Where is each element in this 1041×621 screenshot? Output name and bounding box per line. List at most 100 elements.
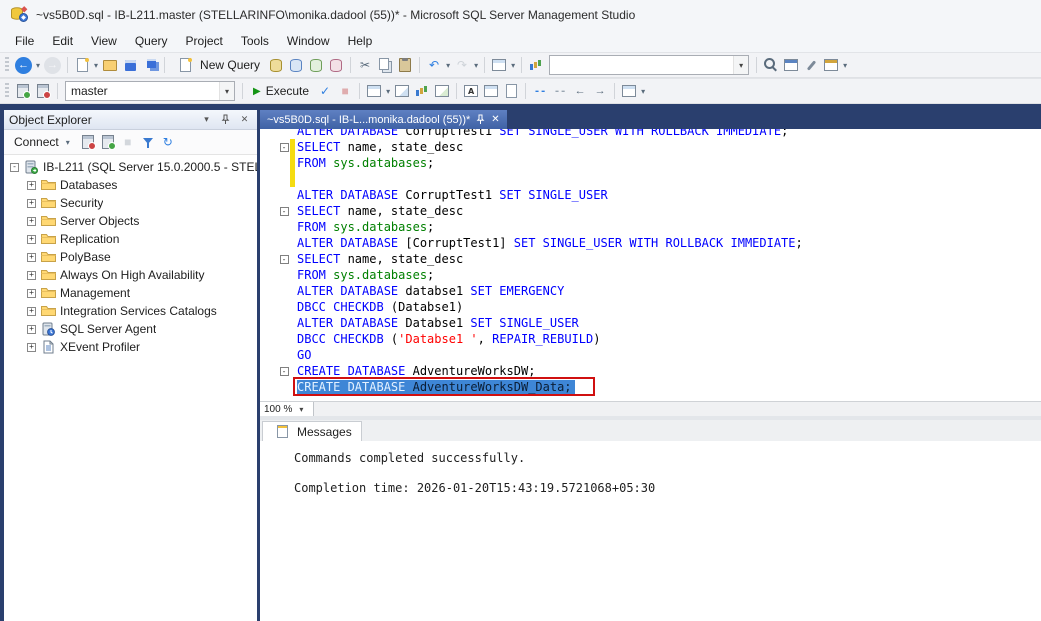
actual-plan-icon[interactable]	[433, 82, 451, 100]
copy-icon[interactable]	[376, 56, 394, 74]
toolbar-overflow-caret[interactable]: ▾	[843, 61, 847, 70]
code-line[interactable]: -CREATE DATABASE AdventureWorksDW;	[260, 363, 1041, 379]
expand-expander-icon[interactable]: +	[27, 325, 36, 334]
window-position-caret-icon[interactable]: ▾	[199, 114, 214, 125]
activity-monitor-icon[interactable]	[527, 56, 545, 74]
navigate-forward-button[interactable]: →	[44, 57, 61, 74]
code-line[interactable]: DBCC CHECKDB (Databse1)	[260, 299, 1041, 315]
code-line[interactable]: GO	[260, 347, 1041, 363]
redo-caret[interactable]: ▾	[474, 61, 478, 70]
database-combobox[interactable]: master▾	[65, 81, 235, 101]
document-tab[interactable]: ~vs5B0D.sql - IB-L...monika.dadool (55))…	[260, 110, 507, 129]
output-window-icon[interactable]	[822, 56, 840, 74]
code-line[interactable]: FROM sys.databases;	[260, 267, 1041, 283]
pin-icon[interactable]	[218, 114, 233, 125]
sql-toolbar-overflow-caret[interactable]: ▾	[641, 87, 645, 96]
analysis-services-xmla-query-icon[interactable]	[327, 56, 345, 74]
code-line[interactable]: ALTER DATABASE CorruptTest1 SET SINGLE_U…	[260, 129, 1041, 139]
code-line[interactable]: CREATE DATABASE AdventureWorksDW_Data;	[260, 379, 1041, 395]
navigate-back-caret[interactable]: ▾	[36, 61, 40, 70]
results-to-file-icon[interactable]	[502, 82, 520, 100]
horizontal-scrollbar[interactable]	[314, 402, 1041, 416]
new-query-button[interactable]: New Query	[169, 54, 266, 76]
expand-expander-icon[interactable]: +	[27, 253, 36, 262]
connect-database-icon[interactable]	[14, 82, 32, 100]
menu-help[interactable]: Help	[339, 32, 382, 50]
tree-item-always-on-high-availability[interactable]: +Always On High Availability	[4, 266, 257, 284]
menu-file[interactable]: File	[6, 32, 43, 50]
connect-button-caret-icon[interactable]: ▾	[66, 138, 70, 147]
tree-item-ib-l211-sql-server-15-0-2000-5-stell[interactable]: -IB-L211 (SQL Server 15.0.2000.5 - STELL	[4, 158, 257, 176]
uncomment-icon[interactable]	[551, 82, 569, 100]
expand-expander-icon[interactable]: +	[27, 289, 36, 298]
undo-caret[interactable]: ▾	[446, 61, 450, 70]
collapse-expander-icon[interactable]: -	[10, 163, 19, 172]
change-connection-icon[interactable]	[34, 82, 52, 100]
code-line[interactable]: FROM sys.databases;	[260, 219, 1041, 235]
code-line[interactable]: ALTER DATABASE databse1 SET EMERGENCY	[260, 283, 1041, 299]
database-engine-query-icon[interactable]	[267, 56, 285, 74]
outdent-icon[interactable]	[571, 82, 589, 100]
cut-icon[interactable]: ✂	[356, 56, 374, 74]
results-to-grid-icon[interactable]	[482, 82, 500, 100]
open-file-icon[interactable]	[101, 56, 119, 74]
analysis-services-mdx-query-icon[interactable]	[287, 56, 305, 74]
analysis-services-dmx-query-icon[interactable]	[307, 56, 325, 74]
fold-collapse-icon[interactable]: -	[280, 367, 289, 376]
zoom-control[interactable]: 100 % ▾	[260, 402, 314, 416]
disconnect-server-icon[interactable]	[79, 133, 97, 151]
undo-icon[interactable]: ↶	[425, 56, 443, 74]
execute-button[interactable]: ▶Execute	[247, 82, 315, 100]
redo-icon[interactable]: ↷	[453, 56, 471, 74]
object-explorer-header[interactable]: Object Explorer ▾ ✕	[4, 110, 257, 130]
menu-view[interactable]: View	[82, 32, 126, 50]
results-to-text-icon[interactable]	[462, 82, 480, 100]
code-line[interactable]: DBCC CHECKDB ('Databse1 ', REPAIR_REBUIL…	[260, 331, 1041, 347]
properties-window-icon[interactable]	[802, 56, 820, 74]
code-line[interactable]	[260, 171, 1041, 187]
connect-server-icon[interactable]	[99, 133, 117, 151]
solution-explorer-icon[interactable]	[782, 56, 800, 74]
menu-edit[interactable]: Edit	[43, 32, 82, 50]
save-all-icon[interactable]	[141, 56, 159, 74]
expand-expander-icon[interactable]: +	[27, 307, 36, 316]
tree-item-security[interactable]: +Security	[4, 194, 257, 212]
find-icon[interactable]	[762, 56, 780, 74]
comment-icon[interactable]	[531, 82, 549, 100]
sqlcmd-caret[interactable]: ▾	[386, 87, 390, 96]
close-icon[interactable]: ✕	[237, 114, 252, 125]
menu-project[interactable]: Project	[177, 32, 232, 50]
code-line[interactable]: ALTER DATABASE CorruptTest1 SET SINGLE_U…	[260, 187, 1041, 203]
sql-editor[interactable]: ALTER DATABASE CorruptTest1 SET SINGLE_U…	[260, 129, 1041, 401]
tree-item-integration-services-catalogs[interactable]: +Integration Services Catalogs	[4, 302, 257, 320]
sqlcmd-mode-icon[interactable]	[365, 82, 383, 100]
expand-expander-icon[interactable]: +	[27, 217, 36, 226]
fold-collapse-icon[interactable]: -	[280, 207, 289, 216]
code-line[interactable]: -SELECT name, state_desc	[260, 251, 1041, 267]
zoom-caret-icon[interactable]: ▾	[295, 402, 307, 416]
estimated-plan-icon[interactable]	[393, 82, 411, 100]
code-line[interactable]: ALTER DATABASE [CorruptTest1] SET SINGLE…	[260, 235, 1041, 251]
save-icon[interactable]	[121, 56, 139, 74]
query-designer-icon[interactable]	[490, 56, 508, 74]
tab-pin-icon[interactable]	[476, 114, 485, 125]
live-query-stats-icon[interactable]	[413, 82, 431, 100]
filter-icon[interactable]	[139, 133, 157, 151]
fold-collapse-icon[interactable]: -	[280, 255, 289, 264]
navigate-back-button[interactable]: ←	[15, 57, 32, 74]
parse-icon[interactable]: ✓	[316, 82, 334, 100]
new-file-icon[interactable]	[73, 56, 91, 74]
sql-toolbar-grip[interactable]	[5, 83, 9, 99]
menu-tools[interactable]: Tools	[232, 32, 278, 50]
expand-expander-icon[interactable]: +	[27, 199, 36, 208]
tree-item-server-objects[interactable]: +Server Objects	[4, 212, 257, 230]
tree-item-management[interactable]: +Management	[4, 284, 257, 302]
tree-item-sql-server-agent[interactable]: +SQL Server Agent	[4, 320, 257, 338]
menu-query[interactable]: Query	[126, 32, 177, 50]
code-line[interactable]: FROM sys.databases;	[260, 155, 1041, 171]
code-line[interactable]: ALTER DATABASE Databse1 SET SINGLE_USER	[260, 315, 1041, 331]
tree-item-replication[interactable]: +Replication	[4, 230, 257, 248]
code-line[interactable]: -SELECT name, state_desc	[260, 203, 1041, 219]
fold-collapse-icon[interactable]: -	[280, 143, 289, 152]
code-line[interactable]: -SELECT name, state_desc	[260, 139, 1041, 155]
